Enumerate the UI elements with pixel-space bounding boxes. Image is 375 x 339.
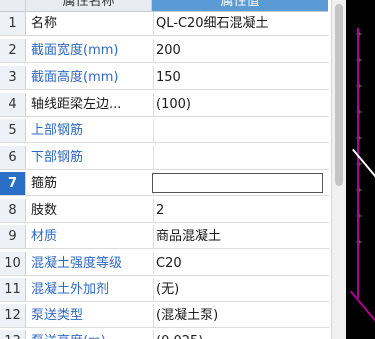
table-row[interactable]: 10 混凝土强度等级 C20 [0, 252, 329, 276]
table-row[interactable]: 1 名称 QL-C20细石混凝土 [0, 12, 329, 36]
property-value[interactable] [152, 119, 328, 142]
row-number: 1 [0, 12, 26, 35]
table-row[interactable]: 4 轴线距梁左边... (100) [0, 93, 329, 117]
table-row[interactable]: 5 上部钢筋 [0, 119, 329, 143]
table-row[interactable]: 6 下部钢筋 [0, 146, 329, 170]
table-row[interactable]: 3 截面高度(mm) 150 [0, 66, 329, 90]
property-name: 混凝土外加剂 [26, 278, 154, 301]
property-name: 截面宽度(mm) [26, 39, 154, 62]
row-number-selected: 7 [0, 172, 26, 195]
property-name: 箍筋 [26, 172, 154, 195]
property-value[interactable]: (无) [152, 278, 328, 301]
property-name: 轴线距梁左边... [26, 93, 154, 116]
header-property-value: 属性值 [152, 0, 328, 12]
table-row[interactable]: 13 泵送高度(m) (0.025) [0, 330, 329, 339]
table-row[interactable]: 2 截面宽度(mm) 200 [0, 39, 329, 63]
header-property-name: 属性名称 [26, 0, 152, 12]
row-number: 9 [0, 225, 26, 248]
property-value[interactable]: (0.025) [152, 330, 328, 339]
property-value[interactable]: 商品混凝土 [152, 225, 328, 248]
vertical-scrollbar[interactable] [331, 0, 346, 339]
magenta-axis-line [357, 28, 359, 298]
row-number: 3 [0, 66, 26, 89]
row-number: 4 [0, 93, 26, 116]
row-number: 11 [0, 278, 26, 301]
property-value[interactable]: (混凝土泵) [152, 304, 328, 327]
property-name: 材质 [26, 225, 154, 248]
property-name: 泵送高度(m) [26, 330, 154, 339]
property-value[interactable]: (100) [152, 93, 328, 116]
property-panel: 属性名称 属性值 1 名称 QL-C20细石混凝土 2 截面宽度(mm) 200… [0, 0, 331, 339]
row-number: 8 [0, 199, 26, 222]
table-row-selected[interactable]: 7 箍筋 [0, 172, 329, 196]
header-row-number [0, 0, 26, 12]
row-number: 2 [0, 39, 26, 62]
row-number: 5 [0, 119, 26, 142]
property-name: 截面高度(mm) [26, 66, 154, 89]
property-name: 肢数 [26, 199, 154, 222]
property-name: 名称 [26, 12, 154, 35]
table-row[interactable]: 8 肢数 2 [0, 199, 329, 223]
property-value[interactable] [152, 146, 328, 169]
row-number: 12 [0, 304, 26, 327]
property-value[interactable]: 200 [152, 39, 328, 62]
property-value-editor[interactable] [152, 173, 323, 193]
row-number: 6 [0, 146, 26, 169]
property-name: 上部钢筋 [26, 119, 154, 142]
table-row[interactable]: 12 泵送类型 (混凝土泵) [0, 304, 329, 328]
property-value[interactable]: QL-C20细石混凝土 [152, 12, 328, 35]
scrollbar-thumb[interactable] [335, 4, 343, 186]
property-name: 下部钢筋 [26, 146, 154, 169]
row-number: 13 [0, 330, 26, 339]
property-name: 混凝土强度等级 [26, 252, 154, 275]
row-number: 10 [0, 252, 26, 275]
property-name: 泵送类型 [26, 304, 154, 327]
property-value[interactable]: 2 [152, 199, 328, 222]
property-value[interactable]: 150 [152, 66, 328, 89]
property-value[interactable]: C20 [152, 252, 328, 275]
table-row[interactable]: 9 材质 商品混凝土 [0, 225, 329, 249]
table-row[interactable]: 11 混凝土外加剂 (无) [0, 278, 329, 302]
